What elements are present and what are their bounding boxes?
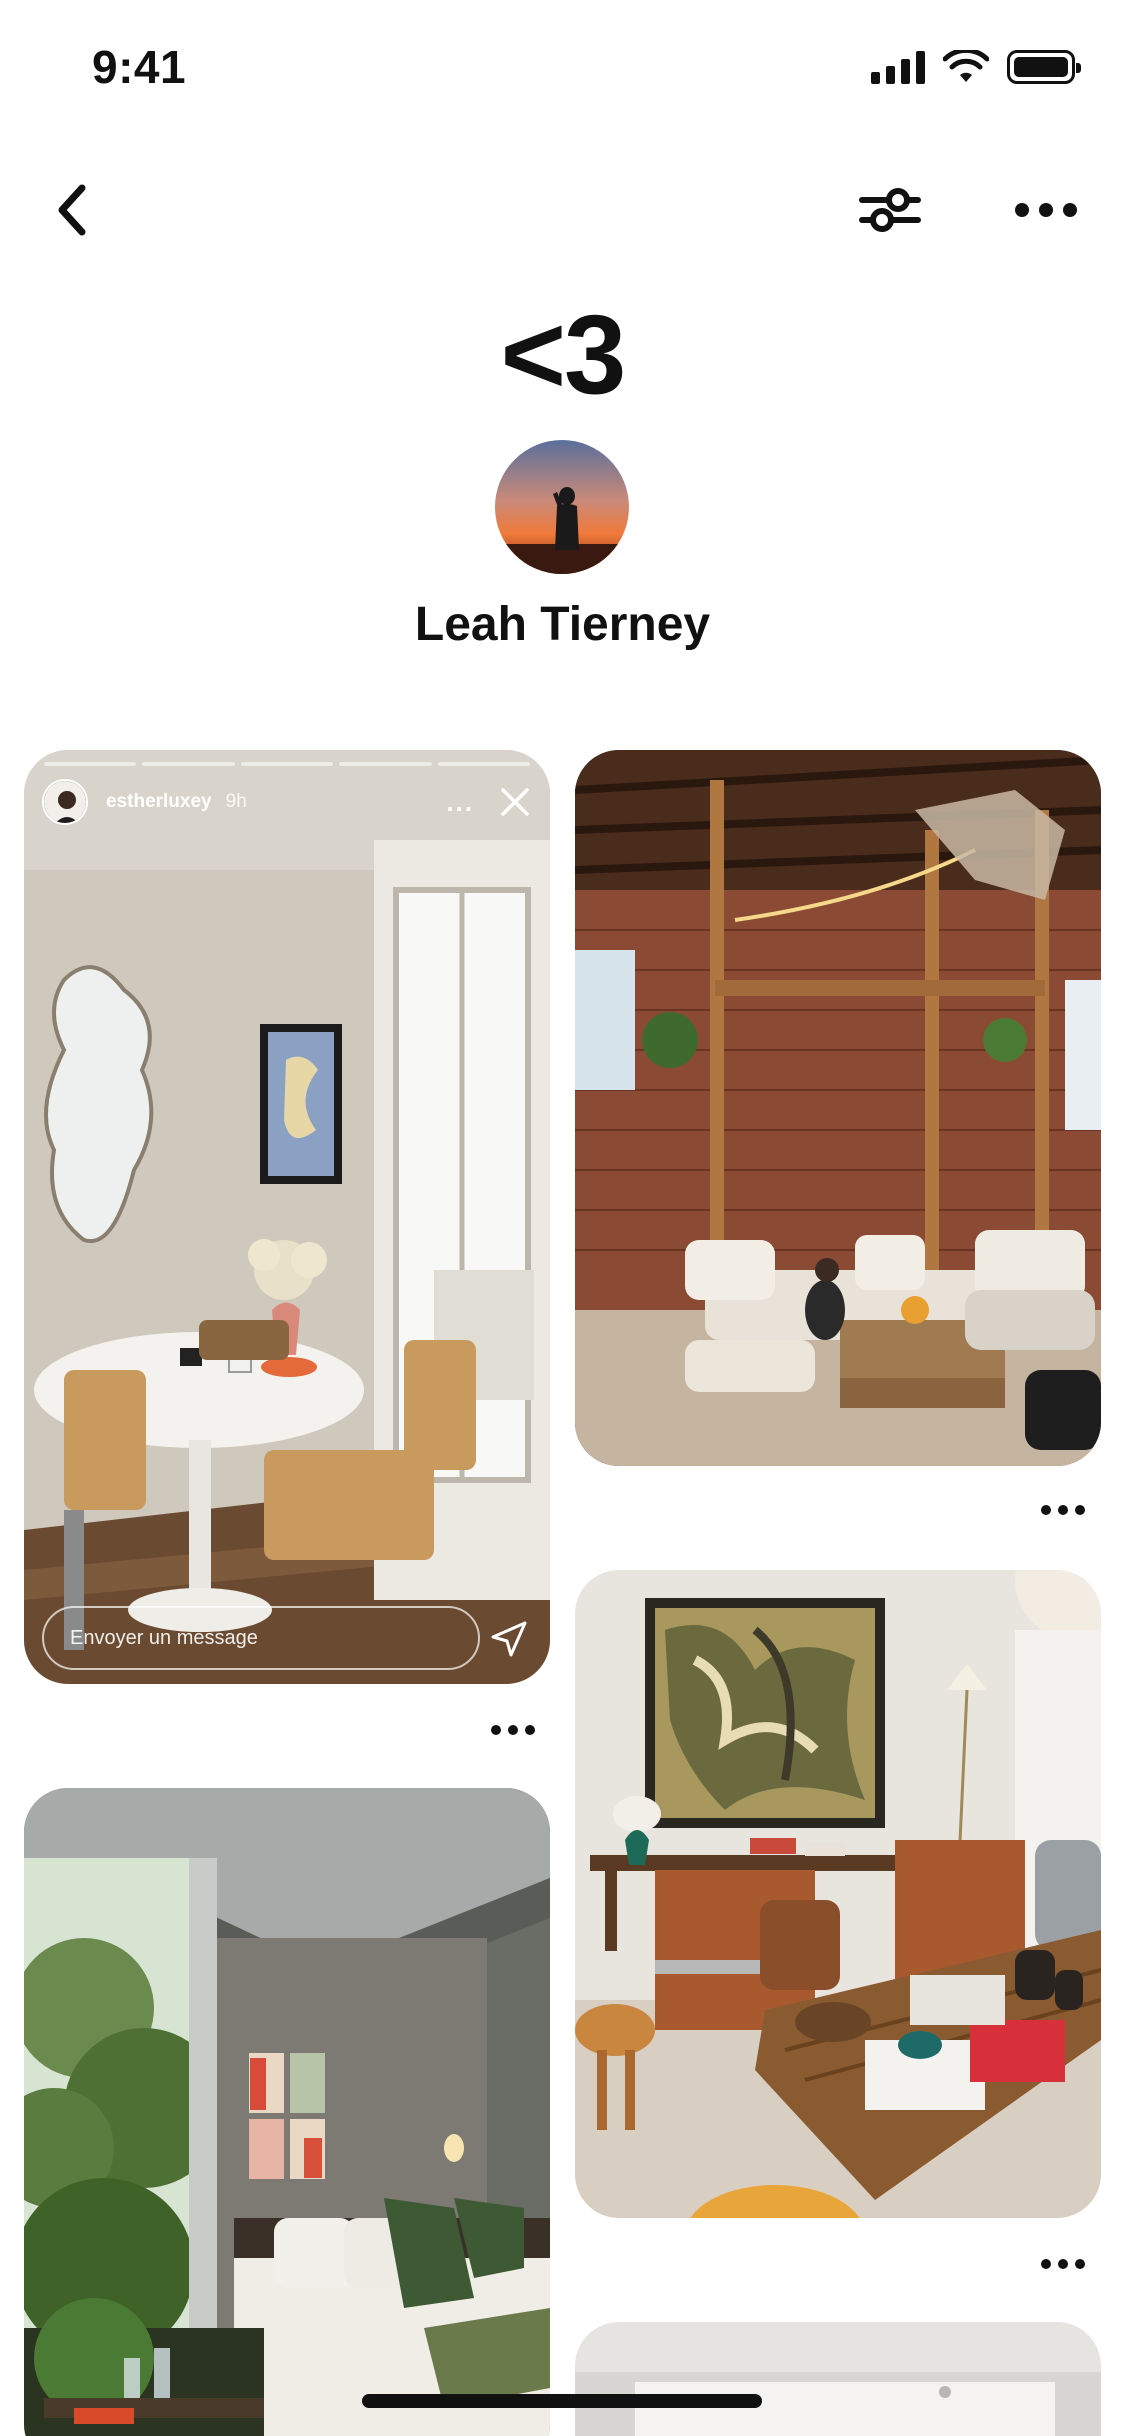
wifi-icon <box>943 50 989 82</box>
story-menu: ... <box>446 786 474 817</box>
back-button[interactable] <box>22 160 122 260</box>
more-options-button[interactable] <box>996 160 1096 260</box>
status-bar: 9:41 <box>0 0 1125 140</box>
cellular-signal-icon <box>871 50 925 84</box>
story-avatar <box>42 779 88 825</box>
pin-image <box>575 2322 1101 2436</box>
board-title: <3 <box>500 292 627 417</box>
filter-button[interactable] <box>840 160 940 260</box>
story-progress-bars <box>44 762 531 766</box>
pin-more-button[interactable] <box>1028 1490 1098 1530</box>
home-indicator[interactable] <box>362 2394 762 2408</box>
story-message-field: Envoyer un message <box>42 1606 480 1670</box>
send-icon <box>491 1621 527 1657</box>
sliders-icon <box>859 188 921 232</box>
status-icons <box>871 50 1081 84</box>
story-username: estherluxey <box>106 791 212 812</box>
pin-card[interactable] <box>575 1570 1101 2218</box>
pin-image <box>24 750 550 1684</box>
pin-card[interactable] <box>24 1788 550 2436</box>
owner-name[interactable]: Leah Tierney <box>0 595 1125 655</box>
status-time: 9:41 <box>92 41 187 93</box>
pin-card[interactable]: estherluxey 9h ... Envoyer un message <box>24 750 550 1684</box>
pin-image <box>575 750 1101 1466</box>
ellipsis-icon <box>1015 203 1077 217</box>
chevron-left-icon <box>58 184 86 236</box>
story-header: estherluxey 9h ... <box>42 776 532 828</box>
pin-card[interactable] <box>575 2322 1101 2436</box>
battery-icon <box>1007 50 1081 84</box>
close-icon <box>498 785 532 819</box>
pin-image <box>575 1570 1101 2218</box>
pin-image <box>24 1788 550 2436</box>
story-time: 9h <box>225 791 247 812</box>
pin-more-button[interactable] <box>1028 2244 1098 2284</box>
pin-more-button[interactable] <box>478 1710 548 1750</box>
nav-bar <box>0 160 1125 260</box>
pin-card[interactable] <box>575 750 1101 1466</box>
owner-avatar[interactable] <box>495 440 629 574</box>
